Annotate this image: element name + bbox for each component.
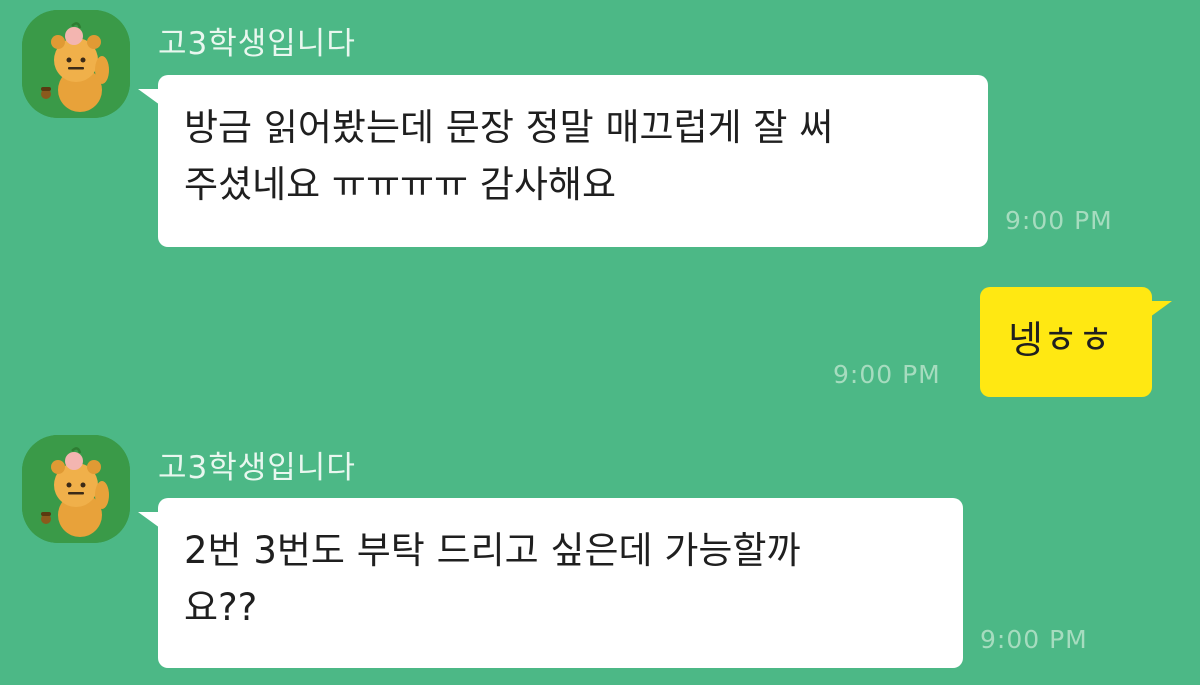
message-text-line: 넹ㅎㅎ <box>1008 318 1113 362</box>
message-bubble[interactable]: 방금 읽어봤는데 문장 정말 매끄럽게 잘 써 주셨네요 ㅠㅠㅠㅠ 감사해요 <box>138 75 988 247</box>
message-timestamp: 9:00 PM <box>980 625 1088 654</box>
message-text-line: 주셨네요 ㅠㅠㅠㅠ 감사해요 <box>184 163 617 206</box>
profile-avatar-icon <box>22 10 130 118</box>
message-timestamp: 9:00 PM <box>833 360 941 389</box>
message-text-line: 2번 3번도 부탁 드리고 싶은데 가능할까 <box>184 529 801 572</box>
sender-name: 고3학생입니다 <box>158 26 356 62</box>
message-bubble[interactable]: 넹ㅎㅎ <box>980 287 1172 397</box>
profile-avatar-icon <box>22 435 130 543</box>
message-text-line: 요?? <box>184 586 258 629</box>
message-bubble[interactable]: 2번 3번도 부탁 드리고 싶은데 가능할까 요?? <box>138 498 963 668</box>
chat-screen: { "messages": [ { "direction": "incoming… <box>0 0 1200 685</box>
message-text-line: 방금 읽어봤는데 문장 정말 매끄럽게 잘 써 <box>184 106 834 149</box>
message-timestamp: 9:00 PM <box>1005 206 1113 235</box>
sender-avatar[interactable] <box>22 435 130 543</box>
sender-avatar[interactable] <box>22 10 130 118</box>
sender-name: 고3학생입니다 <box>158 450 356 486</box>
